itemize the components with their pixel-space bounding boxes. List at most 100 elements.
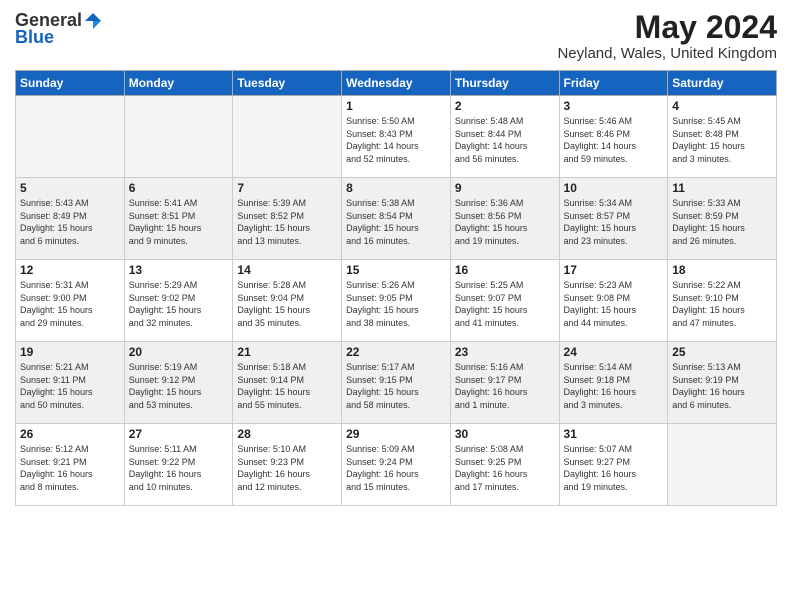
table-row: 31 Sunrise: 5:07 AM Sunset: 9:27 PM Dayli… [559,424,668,506]
table-row: 14 Sunrise: 5:28 AM Sunset: 9:04 PM Dayli… [233,260,342,342]
day-number: 4 [672,99,772,113]
table-row: 21 Sunrise: 5:18 AM Sunset: 9:14 PM Dayli… [233,342,342,424]
table-row: 29 Sunrise: 5:09 AM Sunset: 9:24 PM Dayli… [342,424,451,506]
table-row: 27 Sunrise: 5:11 AM Sunset: 9:22 PM Dayli… [124,424,233,506]
day-number: 20 [129,345,229,359]
day-info: Sunrise: 5:19 AM Sunset: 9:12 PM Dayligh… [129,361,229,411]
table-row: 22 Sunrise: 5:17 AM Sunset: 9:15 PM Dayli… [342,342,451,424]
table-row: 19Sunrise: 5:21 AM Sunset: 9:11 PM Dayli… [16,342,125,424]
table-row [16,96,125,178]
table-row: 6Sunrise: 5:41 AM Sunset: 8:51 PM Daylig… [124,178,233,260]
day-info: Sunrise: 5:26 AM Sunset: 9:05 PM Dayligh… [346,279,446,329]
logo: General Blue [15,10,104,48]
day-info: Sunrise: 5:07 AM Sunset: 9:27 PM Dayligh… [564,443,664,493]
header-monday: Monday [124,71,233,96]
table-row: 20 Sunrise: 5:19 AM Sunset: 9:12 PM Dayli… [124,342,233,424]
day-info: Sunrise: 5:28 AM Sunset: 9:04 PM Dayligh… [237,279,337,329]
table-row: 4 Sunrise: 5:45 AM Sunset: 8:48 PM Daylig… [668,96,777,178]
day-number: 26 [20,427,120,441]
day-number: 2 [455,99,555,113]
header: General Blue May 2024 Neyland, Wales, Un… [15,10,777,62]
day-info: Sunrise: 5:33 AM Sunset: 8:59 PM Dayligh… [672,197,772,247]
day-number: 11 [672,181,772,195]
day-info: Sunrise: 5:16 AM Sunset: 9:17 PM Dayligh… [455,361,555,411]
day-number: 10 [564,181,664,195]
day-number: 9 [455,181,555,195]
page: General Blue May 2024 Neyland, Wales, Un… [0,0,792,612]
day-number: 8 [346,181,446,195]
table-row: 23 Sunrise: 5:16 AM Sunset: 9:17 PM Dayli… [450,342,559,424]
day-info: Sunrise: 5:39 AM Sunset: 8:52 PM Dayligh… [237,197,337,247]
day-info: Sunrise: 5:09 AM Sunset: 9:24 PM Dayligh… [346,443,446,493]
day-number: 15 [346,263,446,277]
day-number: 6 [129,181,229,195]
day-number: 14 [237,263,337,277]
day-info: Sunrise: 5:17 AM Sunset: 9:15 PM Dayligh… [346,361,446,411]
calendar: Sunday Monday Tuesday Wednesday Thursday… [15,70,777,506]
day-number: 1 [346,99,446,113]
day-info: Sunrise: 5:23 AM Sunset: 9:08 PM Dayligh… [564,279,664,329]
day-number: 28 [237,427,337,441]
logo-blue: Blue [15,27,54,48]
day-info: Sunrise: 5:48 AM Sunset: 8:44 PM Dayligh… [455,115,555,165]
day-info: Sunrise: 5:45 AM Sunset: 8:48 PM Dayligh… [672,115,772,165]
calendar-header-row: Sunday Monday Tuesday Wednesday Thursday… [16,71,777,96]
table-row: 28 Sunrise: 5:10 AM Sunset: 9:23 PM Dayli… [233,424,342,506]
day-number: 12 [20,263,120,277]
table-row: 25Sunrise: 5:13 AM Sunset: 9:19 PM Dayli… [668,342,777,424]
day-info: Sunrise: 5:38 AM Sunset: 8:54 PM Dayligh… [346,197,446,247]
title-section: May 2024 Neyland, Wales, United Kingdom [557,10,777,62]
table-row [668,424,777,506]
header-wednesday: Wednesday [342,71,451,96]
day-number: 24 [564,345,664,359]
table-row: 17 Sunrise: 5:23 AM Sunset: 9:08 PM Dayli… [559,260,668,342]
table-row: 5Sunrise: 5:43 AM Sunset: 8:49 PM Daylig… [16,178,125,260]
table-row: 24Sunrise: 5:14 AM Sunset: 9:18 PM Dayli… [559,342,668,424]
calendar-week-1: 1 Sunrise: 5:50 AM Sunset: 8:43 PM Daylig… [16,96,777,178]
day-info: Sunrise: 5:43 AM Sunset: 8:49 PM Dayligh… [20,197,120,247]
day-number: 29 [346,427,446,441]
day-info: Sunrise: 5:18 AM Sunset: 9:14 PM Dayligh… [237,361,337,411]
table-row: 9 Sunrise: 5:36 AM Sunset: 8:56 PM Daylig… [450,178,559,260]
table-row: 30Sunrise: 5:08 AM Sunset: 9:25 PM Dayli… [450,424,559,506]
table-row [124,96,233,178]
day-number: 17 [564,263,664,277]
day-number: 7 [237,181,337,195]
day-number: 27 [129,427,229,441]
table-row: 8 Sunrise: 5:38 AM Sunset: 8:54 PM Daylig… [342,178,451,260]
location-title: Neyland, Wales, United Kingdom [557,45,777,62]
day-info: Sunrise: 5:10 AM Sunset: 9:23 PM Dayligh… [237,443,337,493]
day-number: 31 [564,427,664,441]
table-row: 7 Sunrise: 5:39 AM Sunset: 8:52 PM Daylig… [233,178,342,260]
day-number: 22 [346,345,446,359]
day-info: Sunrise: 5:22 AM Sunset: 9:10 PM Dayligh… [672,279,772,329]
day-number: 23 [455,345,555,359]
month-title: May 2024 [557,10,777,45]
header-thursday: Thursday [450,71,559,96]
day-info: Sunrise: 5:50 AM Sunset: 8:43 PM Dayligh… [346,115,446,165]
table-row: 3Sunrise: 5:46 AM Sunset: 8:46 PM Daylig… [559,96,668,178]
day-number: 21 [237,345,337,359]
day-number: 25 [672,345,772,359]
day-info: Sunrise: 5:12 AM Sunset: 9:21 PM Dayligh… [20,443,120,493]
day-info: Sunrise: 5:46 AM Sunset: 8:46 PM Dayligh… [564,115,664,165]
day-info: Sunrise: 5:29 AM Sunset: 9:02 PM Dayligh… [129,279,229,329]
table-row: 16Sunrise: 5:25 AM Sunset: 9:07 PM Dayli… [450,260,559,342]
header-saturday: Saturday [668,71,777,96]
table-row: 10 Sunrise: 5:34 AM Sunset: 8:57 PM Dayli… [559,178,668,260]
calendar-week-2: 5Sunrise: 5:43 AM Sunset: 8:49 PM Daylig… [16,178,777,260]
day-info: Sunrise: 5:34 AM Sunset: 8:57 PM Dayligh… [564,197,664,247]
calendar-week-4: 19Sunrise: 5:21 AM Sunset: 9:11 PM Dayli… [16,342,777,424]
day-info: Sunrise: 5:36 AM Sunset: 8:56 PM Dayligh… [455,197,555,247]
calendar-week-3: 12Sunrise: 5:31 AM Sunset: 9:00 PM Dayli… [16,260,777,342]
day-info: Sunrise: 5:21 AM Sunset: 9:11 PM Dayligh… [20,361,120,411]
day-number: 13 [129,263,229,277]
header-sunday: Sunday [16,71,125,96]
table-row: 15 Sunrise: 5:26 AM Sunset: 9:05 PM Dayli… [342,260,451,342]
day-number: 16 [455,263,555,277]
table-row [233,96,342,178]
table-row: 12Sunrise: 5:31 AM Sunset: 9:00 PM Dayli… [16,260,125,342]
calendar-week-5: 26 Sunrise: 5:12 AM Sunset: 9:21 PM Dayli… [16,424,777,506]
header-friday: Friday [559,71,668,96]
day-info: Sunrise: 5:11 AM Sunset: 9:22 PM Dayligh… [129,443,229,493]
